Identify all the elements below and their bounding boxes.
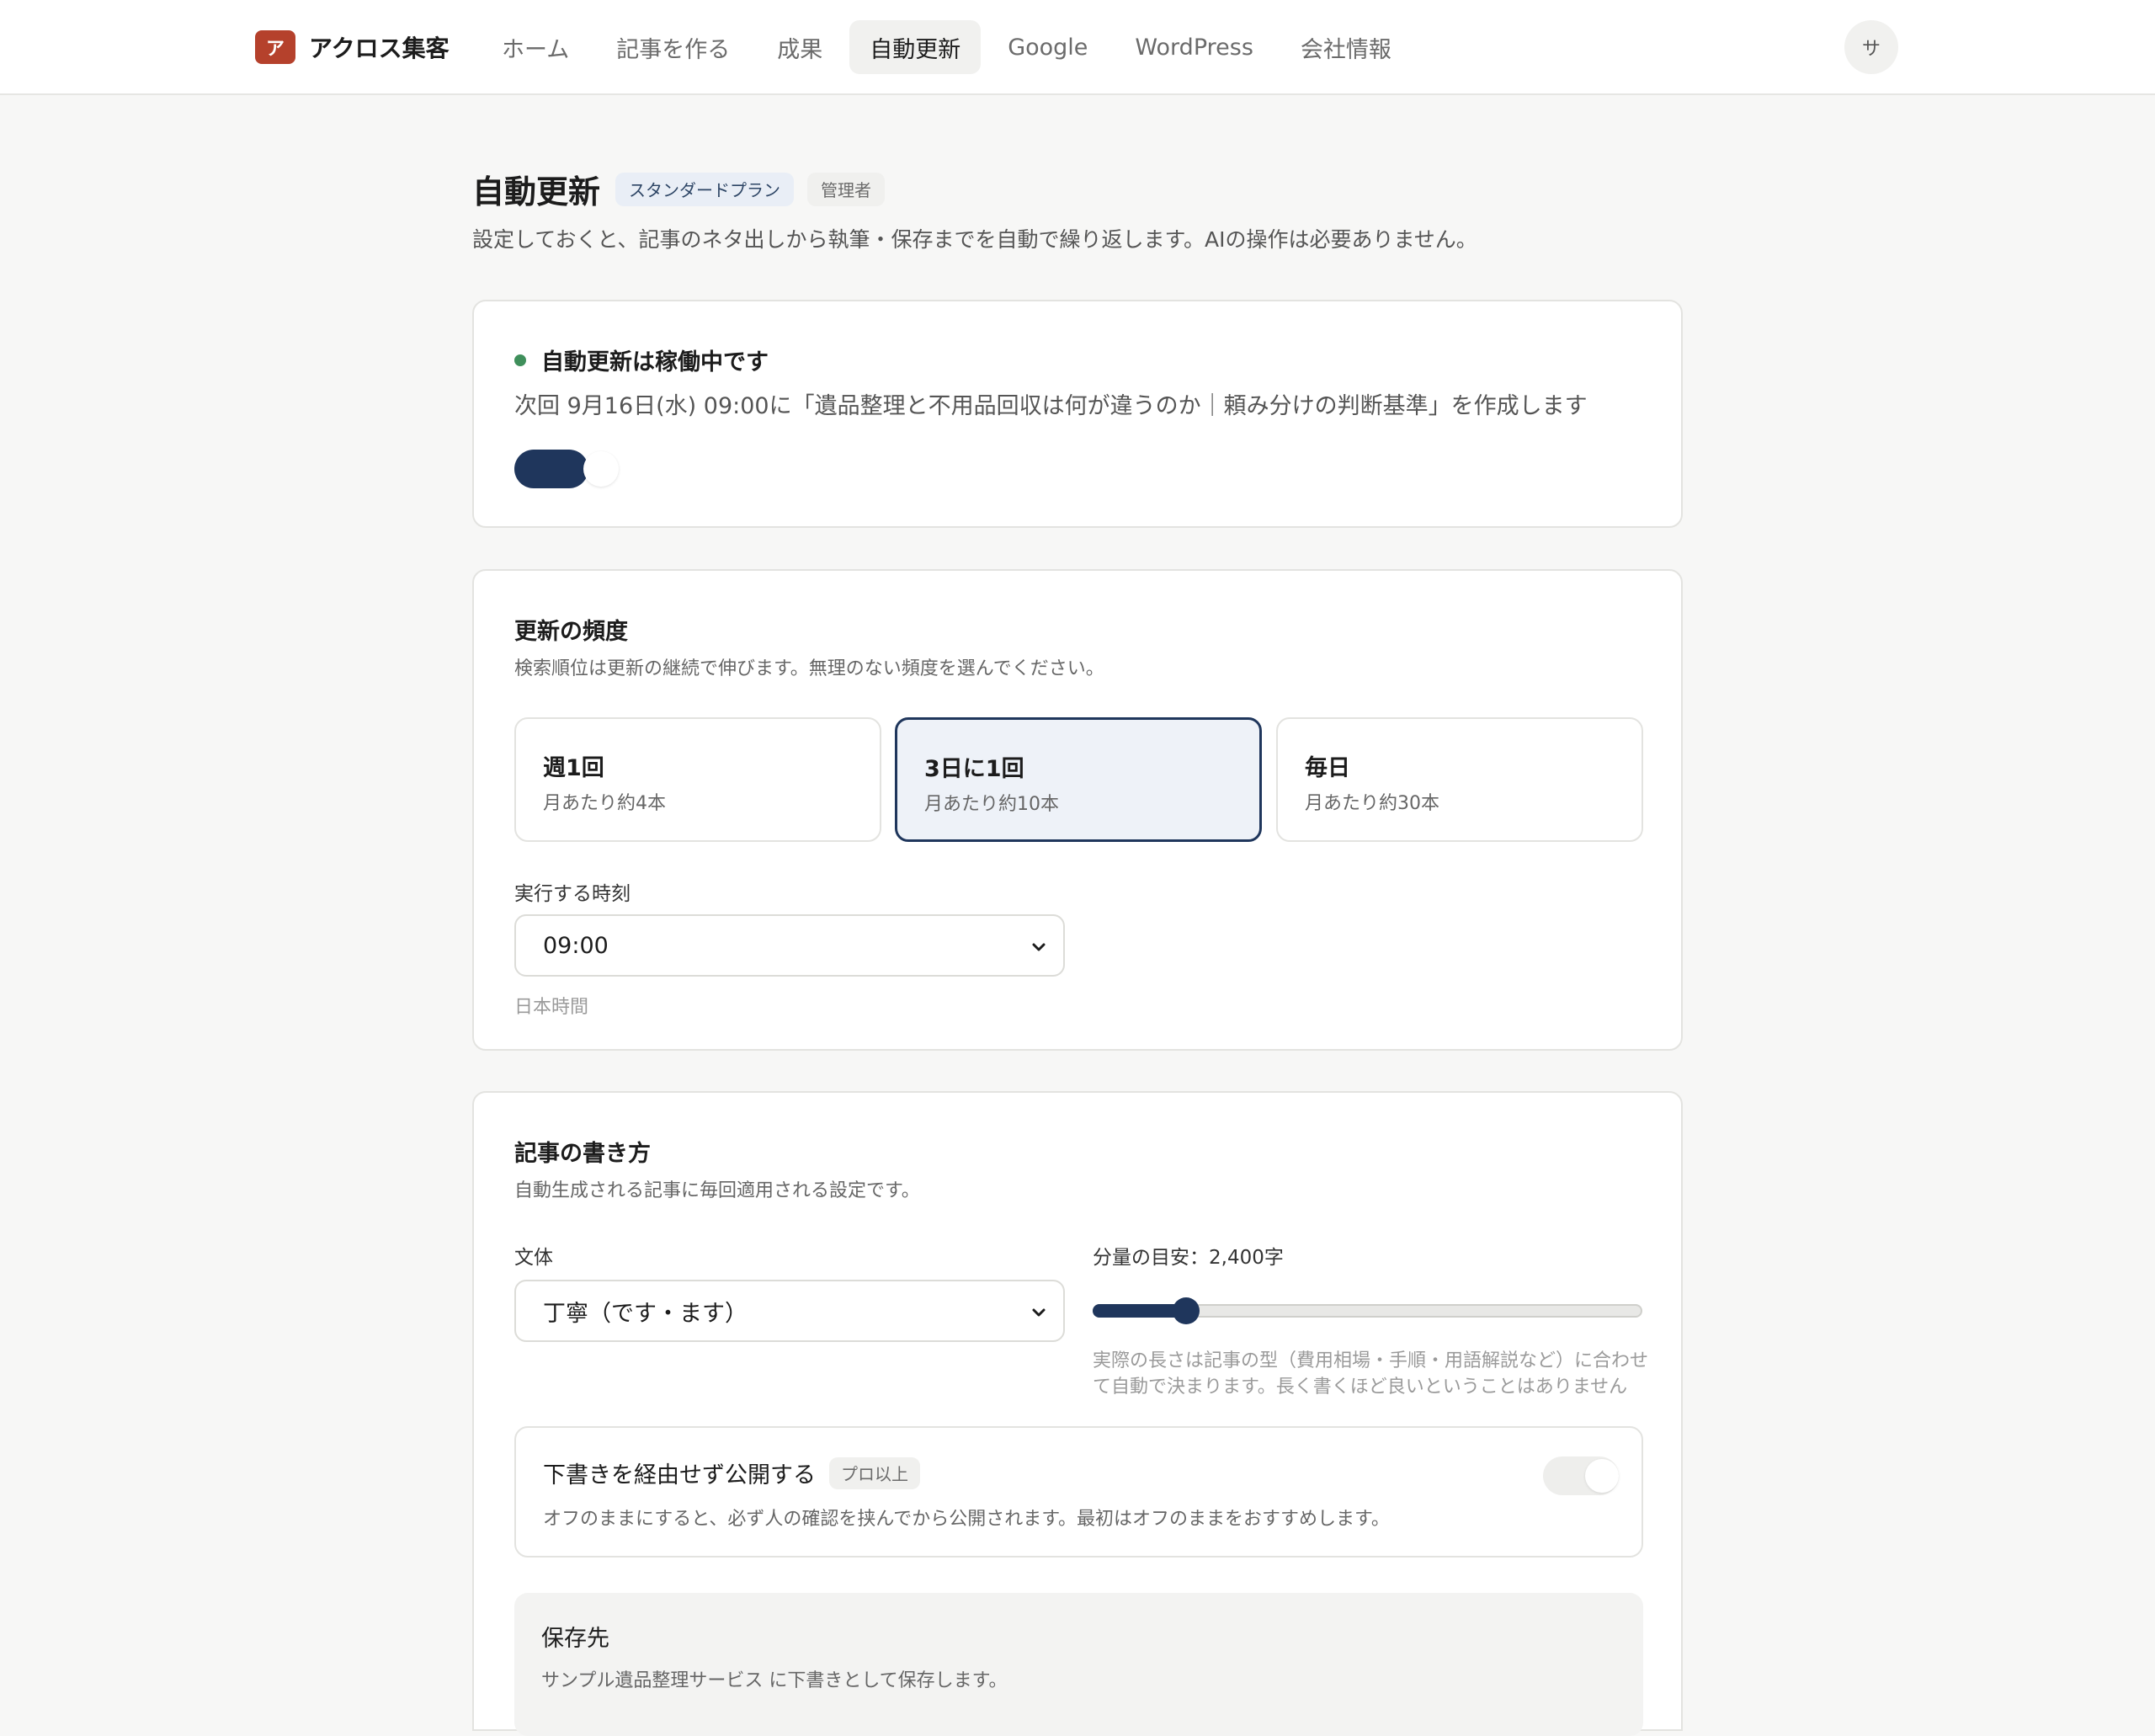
brand-mark-icon: ア xyxy=(255,30,295,64)
plan-badge: スタンダードプラン xyxy=(615,172,795,206)
auto-update-toggle[interactable] xyxy=(514,446,620,488)
writing-style-value: 丁寧（です・ます） xyxy=(543,1300,748,1327)
main-nav: ホーム 記事を作る 成果 自動更新 Google WordPress 会社情報 xyxy=(482,20,1412,74)
nav-item-company-info[interactable]: 会社情報 xyxy=(1280,20,1412,74)
brand-logo[interactable]: ア アクロス集客 xyxy=(255,30,450,64)
run-time-value: 09:00 xyxy=(543,932,609,959)
nav-item-auto-update[interactable]: 自動更新 xyxy=(849,20,982,74)
frequency-option-detail: 月あたり約4本 xyxy=(543,793,666,814)
nav-item-home[interactable]: ホーム xyxy=(482,20,589,74)
save-destination-box: 保存先 サンプル遺品整理サービス に下書きとして保存します。 xyxy=(514,1593,1643,1736)
direct-publish-description: オフのままにすると、必ず人の確認を挟んでから公開されます。最初はオフのままをおす… xyxy=(543,1509,1390,1530)
direct-publish-title-row: 下書きを経由せず公開する プロ以上 xyxy=(543,1456,920,1489)
frequency-option-daily[interactable]: 毎日 月あたり約30本 xyxy=(1276,717,1643,842)
writing-subtitle: 自動生成される記事に毎回適用される設定です。 xyxy=(514,1180,920,1201)
length-help-line-1: 実際の長さは記事の型（費用相場・手順・用語解説など）に合わせ xyxy=(1093,1350,1649,1371)
status-card: 自動更新は稼働中です 次回 9月16日(水) 09:00に「遺品整理と不用品回収… xyxy=(472,300,1683,528)
nav-item-google[interactable]: Google xyxy=(987,20,1108,74)
top-navigation-bar: ア アクロス集客 ホーム 記事を作る 成果 自動更新 Google WordPr… xyxy=(0,0,2155,95)
user-avatar[interactable]: サ xyxy=(1844,20,1898,74)
frequency-subtitle: 検索順位は更新の継続で伸びます。無理のない頻度を選んでください。 xyxy=(514,658,1104,679)
frequency-option-detail: 月あたり約10本 xyxy=(924,794,1059,815)
toggle-knob xyxy=(583,451,619,487)
length-slider[interactable] xyxy=(1093,1297,1642,1325)
nav-item-results[interactable]: 成果 xyxy=(757,20,843,74)
next-run-text: 次回 9月16日(水) 09:00に「遺品整理と不用品回収は何が違うのか｜頼み分… xyxy=(514,393,1588,419)
save-destination-title: 保存先 xyxy=(541,1626,609,1652)
role-badge: 管理者 xyxy=(807,172,886,206)
writing-style-label: 文体 xyxy=(514,1247,553,1269)
chevron-down-icon xyxy=(1032,1308,1046,1317)
page-title: 自動更新 xyxy=(472,173,601,210)
frequency-option-detail: 月あたり約30本 xyxy=(1305,793,1439,814)
direct-publish-toggle[interactable] xyxy=(1543,1455,1619,1495)
slider-thumb[interactable] xyxy=(1173,1297,1200,1324)
direct-publish-title: 下書きを経由せず公開する xyxy=(543,1462,816,1488)
frequency-option-weekly[interactable]: 週1回 月あたり約4本 xyxy=(514,717,881,842)
length-help-line-2: て自動で決まります。長く書くほど良いということはありません xyxy=(1093,1377,1628,1398)
nav-item-create-article[interactable]: 記事を作る xyxy=(596,20,750,74)
length-label: 分量の目安：2,400字 xyxy=(1093,1247,1284,1269)
frequency-option-name: 毎日 xyxy=(1305,755,1350,781)
frequency-title: 更新の頻度 xyxy=(514,619,628,645)
frequency-option-name: 3日に1回 xyxy=(924,756,1024,782)
page-description: 設定しておくと、記事のネタ出しから執筆・保存までを自動で繰り返します。AIの操作… xyxy=(472,227,1477,252)
save-destination-description: サンプル遺品整理サービス に下書きとして保存します。 xyxy=(541,1670,1008,1691)
frequency-option-name: 週1回 xyxy=(543,755,604,781)
frequency-card: 更新の頻度 検索順位は更新の継続で伸びます。無理のない頻度を選んでください。 週… xyxy=(472,569,1683,1051)
run-time-select[interactable]: 09:00 xyxy=(514,914,1065,977)
status-dot-icon xyxy=(514,354,526,366)
page-header: 自動更新 スタンダードプラン 管理者 xyxy=(472,166,886,212)
brand-name: アクロス集客 xyxy=(309,35,450,62)
writing-settings-card: 記事の書き方 自動生成される記事に毎回適用される設定です。 文体 丁寧（です・ま… xyxy=(472,1091,1683,1736)
writing-style-select[interactable]: 丁寧（です・ます） xyxy=(514,1280,1065,1342)
writing-title: 記事の書き方 xyxy=(514,1141,651,1167)
pro-plan-badge: プロ以上 xyxy=(829,1456,920,1489)
status-line: 自動更新は稼働中です xyxy=(514,343,769,376)
nav-item-wordpress[interactable]: WordPress xyxy=(1115,20,1273,74)
direct-publish-setting: 下書きを経由せず公開する プロ以上 オフのままにすると、必ず人の確認を挟んでから… xyxy=(514,1426,1643,1558)
toggle-knob xyxy=(1585,1459,1619,1493)
toggle-track xyxy=(514,450,588,488)
run-time-label: 実行する時刻 xyxy=(514,883,631,905)
status-label: 自動更新は稼働中です xyxy=(541,349,769,375)
frequency-option-every-3-days[interactable]: 3日に1回 月あたり約10本 xyxy=(895,717,1262,842)
run-time-hint: 日本時間 xyxy=(514,997,589,1018)
chevron-down-icon xyxy=(1032,943,1046,951)
